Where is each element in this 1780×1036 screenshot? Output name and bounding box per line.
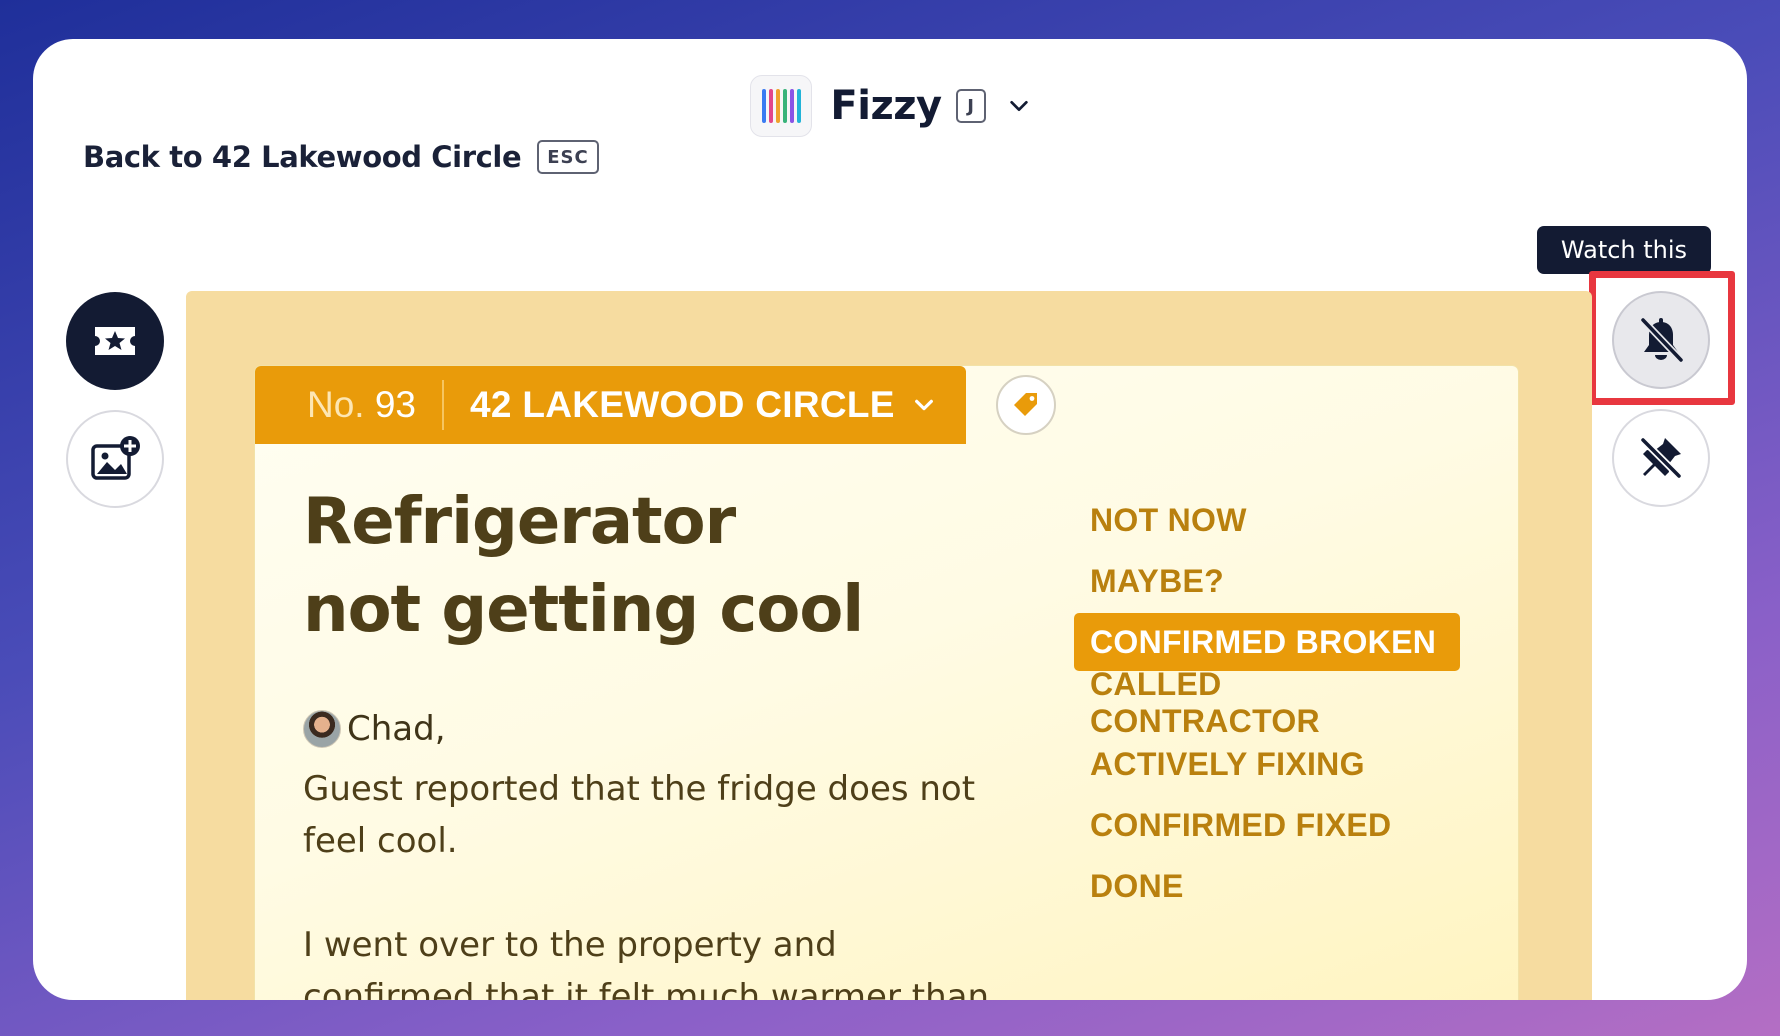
back-link[interactable]: Back to 42 Lakewood Circle ESC: [83, 140, 599, 174]
card: No. 93 42 LAKEWOOD CIRCLE Refrigerator n…: [255, 366, 1518, 1000]
board-selector[interactable]: 42 LAKEWOOD CIRCLE: [470, 384, 895, 426]
status-confirmed-fixed[interactable]: CONFIRMED FIXED: [1074, 796, 1460, 854]
watch-button-highlight: [1589, 271, 1735, 405]
status-maybe[interactable]: MAYBE?: [1074, 552, 1460, 610]
status-called-contractor[interactable]: CALLED CONTRACTOR: [1074, 666, 1460, 739]
card-author: Chad,: [303, 709, 446, 749]
tag-icon: [1014, 393, 1037, 416]
app-logo[interactable]: [750, 75, 813, 137]
chevron-down-icon[interactable]: [1008, 95, 1030, 117]
status-confirmed-broken[interactable]: CONFIRMED BROKEN: [1074, 613, 1460, 671]
card-title[interactable]: Refrigerator not getting cool: [303, 478, 943, 654]
pin-button[interactable]: [1612, 409, 1710, 507]
back-link-label[interactable]: Back to 42 Lakewood Circle: [83, 140, 522, 174]
card-number-prefix: No.: [307, 384, 365, 425]
card-number: No. 93: [307, 384, 416, 426]
header-divider: [442, 380, 445, 430]
app-shortcut-key: J: [955, 89, 986, 123]
author-name: Chad,: [347, 709, 446, 749]
add-image-icon: [91, 436, 140, 480]
status-actively-fixing[interactable]: ACTIVELY FIXING: [1074, 735, 1460, 793]
chevron-down-icon[interactable]: [913, 394, 935, 416]
status-not-now[interactable]: NOT NOW: [1074, 491, 1460, 549]
card-description-paragraph: Guest reported that the fridge does not …: [303, 769, 976, 861]
app-title[interactable]: Fizzy: [830, 83, 942, 129]
escape-key-hint: ESC: [537, 140, 599, 174]
app-window: Fizzy J Back to 42 Lakewood Circle ESC W…: [33, 39, 1747, 1000]
card-header: No. 93 42 LAKEWOOD CIRCLE: [255, 366, 966, 444]
status-list: NOT NOW MAYBE? CONFIRMED BROKEN CALLED C…: [1074, 491, 1460, 918]
card-number-value: 93: [374, 384, 417, 425]
avatar: [303, 710, 341, 748]
watch-tooltip: Watch this: [1537, 226, 1711, 274]
status-done[interactable]: DONE: [1074, 857, 1460, 915]
add-image-button[interactable]: [66, 410, 164, 508]
card-type-button[interactable]: [66, 292, 164, 390]
card-title-line1: Refrigerator: [303, 485, 736, 559]
app-header: Fizzy J: [33, 61, 1747, 151]
pin-off-icon: [1640, 437, 1682, 479]
card-title-line2: not getting cool: [303, 573, 864, 647]
ticket-star-icon: [95, 327, 135, 355]
tag-button[interactable]: [996, 375, 1056, 435]
card-description-paragraph: I went over to the property and confirme…: [303, 925, 990, 1000]
